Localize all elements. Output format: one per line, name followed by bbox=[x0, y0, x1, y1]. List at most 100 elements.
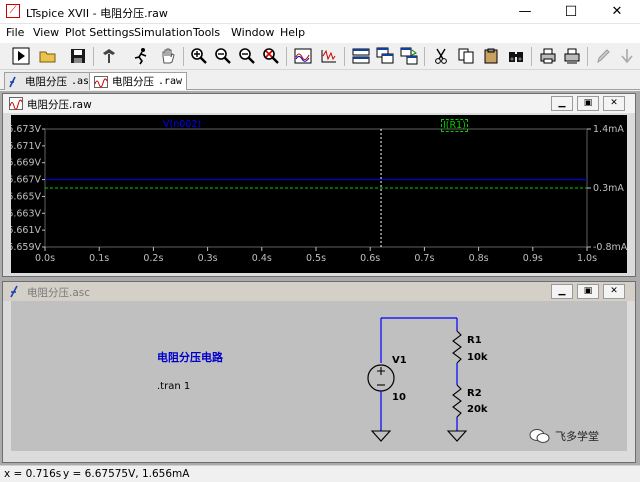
zoom-out-icon[interactable] bbox=[212, 45, 234, 67]
waveform-close-button[interactable]: ✕ bbox=[603, 96, 625, 111]
mdi-area: 电阻分压.raw ▁ ▣ ✕ 0.0s 0.1s 0.2s 0.3s 0.4s 0.5s 0… bbox=[0, 91, 640, 465]
window-title: LTspice XVII - 电阻分压.raw bbox=[26, 7, 168, 20]
menu-bar: File View Plot Settings Simulation Tools… bbox=[0, 24, 640, 43]
waveform-minimize-button[interactable]: ▁ bbox=[551, 96, 573, 111]
switch-icon[interactable] bbox=[398, 45, 420, 67]
tab-waveform-ext: .raw bbox=[158, 76, 183, 87]
halt-icon[interactable] bbox=[130, 45, 152, 67]
resistor-r2[interactable] bbox=[452, 384, 462, 418]
zoom-fit-icon[interactable] bbox=[236, 45, 258, 67]
waveform-window: 电阻分压.raw ▁ ▣ ✕ 0.0s 0.1s 0.2s 0.3s 0.4s 0.5s 0… bbox=[2, 93, 636, 277]
schematic-icon bbox=[10, 285, 18, 298]
r2-name[interactable]: R2 bbox=[467, 388, 482, 399]
v1-value[interactable]: 10 bbox=[392, 392, 406, 403]
copy-icon[interactable] bbox=[455, 45, 477, 67]
schematic-close-button[interactable]: ✕ bbox=[603, 284, 625, 299]
status-y: y = 6.67575V, 1.656mA bbox=[63, 468, 190, 480]
y-right-tick-label: 1.4mA bbox=[593, 124, 624, 135]
waveform-plot[interactable]: 0.0s 0.1s 0.2s 0.3s 0.4s 0.5s 0.6s 0.7s 0.8s 0.9s… bbox=[7, 115, 628, 273]
schematic-window-titlebar: 电阻分压.asc ▁ ▣ ✕ bbox=[3, 282, 635, 301]
x-tick-label: 0.4s bbox=[252, 253, 272, 264]
y-left-tick-label: 6.667V bbox=[11, 175, 41, 186]
ground-icon bbox=[370, 430, 392, 442]
y-left-tick-label: 6.659V bbox=[11, 242, 41, 253]
tile-icon[interactable] bbox=[350, 45, 372, 67]
close-button[interactable]: ✕ bbox=[594, 0, 640, 24]
waveform-window-titlebar: 电阻分压.raw ▁ ▣ ✕ bbox=[3, 94, 635, 113]
menu-tools[interactable]: Tools bbox=[193, 26, 220, 39]
x-tick-label: 1.0s bbox=[577, 253, 597, 264]
waveform-restore-button[interactable]: ▣ bbox=[577, 96, 599, 111]
print-icon[interactable] bbox=[537, 45, 559, 67]
wechat-icon bbox=[529, 429, 550, 443]
x-tick-label: 0.8s bbox=[469, 253, 489, 264]
trace-label-ir1[interactable]: I(R1) bbox=[441, 119, 468, 132]
tab-schematic[interactable]: 电阻分压 .asc bbox=[4, 72, 101, 90]
schematic-canvas[interactable]: 电阻分压电路 .tran 1 V1 10 R1 10k R2 20k 飞多学堂 bbox=[11, 301, 627, 451]
y-left-tick-label: 6.671V bbox=[11, 141, 41, 152]
ltspice-app-icon: ⟋ bbox=[6, 4, 20, 18]
resistor-r1[interactable] bbox=[452, 330, 462, 364]
print-preview-icon[interactable] bbox=[561, 45, 583, 67]
schematic-heading[interactable]: 电阻分压电路 bbox=[157, 349, 223, 365]
fft-icon[interactable] bbox=[318, 45, 340, 67]
y-left-tick-label: 6.665V bbox=[11, 191, 41, 202]
document-tabs: 电阻分压 .asc 电阻分压 .raw bbox=[0, 70, 640, 90]
menu-plot-settings[interactable]: Plot Settings bbox=[65, 26, 134, 39]
r1-value[interactable]: 10k bbox=[467, 352, 488, 363]
x-tick-label: 0.0s bbox=[35, 253, 55, 264]
schematic-restore-button[interactable]: ▣ bbox=[577, 284, 599, 299]
pan-icon[interactable] bbox=[157, 45, 179, 67]
plus-sign-icon bbox=[377, 367, 385, 375]
trace-label-vn002[interactable]: V(n002) bbox=[163, 119, 201, 130]
schematic-window-title: 电阻分压.asc bbox=[27, 287, 91, 299]
menu-file[interactable]: File bbox=[6, 26, 24, 39]
schematic-minimize-button[interactable]: ▁ bbox=[551, 284, 573, 299]
waveform-icon bbox=[9, 97, 23, 110]
status-bar: x = 0.716s y = 6.67575V, 1.656mA bbox=[0, 465, 640, 482]
open-icon[interactable] bbox=[37, 45, 59, 67]
down-arrow-icon[interactable] bbox=[616, 45, 638, 67]
y-left-tick-label: 6.663V bbox=[11, 208, 41, 219]
maximize-button[interactable]: ☐ bbox=[548, 0, 594, 24]
title-bar: ⟋ LTspice XVII - 电阻分压.raw — ☐ ✕ bbox=[0, 0, 640, 24]
x-tick-label: 0.9s bbox=[523, 253, 543, 264]
control-panel-icon[interactable] bbox=[98, 45, 120, 67]
run-icon[interactable] bbox=[10, 45, 32, 67]
toolbar bbox=[0, 43, 640, 70]
status-x: x = 0.716s bbox=[4, 468, 62, 480]
plot-canvas[interactable]: 0.0s 0.1s 0.2s 0.3s 0.4s 0.5s 0.6s 0.7s 0.8s 0.9s… bbox=[7, 115, 627, 273]
cascade-icon[interactable] bbox=[374, 45, 396, 67]
minimize-button[interactable]: — bbox=[502, 0, 548, 24]
save-icon[interactable] bbox=[67, 45, 89, 67]
menu-window[interactable]: Window bbox=[231, 26, 274, 39]
schematic-window: 电阻分压.asc ▁ ▣ ✕ 电阻分压电路 .tran 1 V1 10 R1 1… bbox=[2, 281, 636, 463]
pencil-icon[interactable] bbox=[592, 45, 614, 67]
waveform-window-title: 电阻分压.raw bbox=[27, 99, 92, 111]
r2-value[interactable]: 20k bbox=[467, 404, 488, 415]
tab-waveform[interactable]: 电阻分压 .raw bbox=[89, 72, 188, 90]
spice-directive[interactable]: .tran 1 bbox=[157, 381, 190, 392]
r1-name[interactable]: R1 bbox=[467, 335, 482, 346]
x-tick-label: 0.5s bbox=[306, 253, 326, 264]
y-right-tick-label: 0.3mA bbox=[593, 183, 624, 194]
zoom-in-icon[interactable] bbox=[188, 45, 210, 67]
zoom-cancel-icon[interactable] bbox=[260, 45, 282, 67]
v1-name[interactable]: V1 bbox=[392, 355, 407, 366]
x-tick-label: 0.1s bbox=[89, 253, 109, 264]
y-right-tick-label: -0.8mA bbox=[593, 242, 627, 253]
y-left-tick-label: 6.661V bbox=[11, 225, 41, 236]
tab-waveform-label: 电阻分压 bbox=[112, 76, 154, 88]
cut-icon[interactable] bbox=[430, 45, 452, 67]
autorange-icon[interactable] bbox=[292, 45, 314, 67]
watermark-text: 飞多学堂 bbox=[555, 430, 599, 443]
schematic-icon bbox=[9, 76, 16, 87]
waveform-icon bbox=[94, 75, 108, 88]
y-left-tick-label: 6.669V bbox=[11, 158, 41, 169]
paste-icon[interactable] bbox=[480, 45, 502, 67]
menu-simulation[interactable]: Simulation bbox=[134, 26, 193, 39]
menu-help[interactable]: Help bbox=[280, 26, 305, 39]
y-left-tick-label: 6.673V bbox=[11, 124, 41, 135]
find-icon[interactable] bbox=[505, 45, 527, 67]
menu-view[interactable]: View bbox=[33, 26, 59, 39]
